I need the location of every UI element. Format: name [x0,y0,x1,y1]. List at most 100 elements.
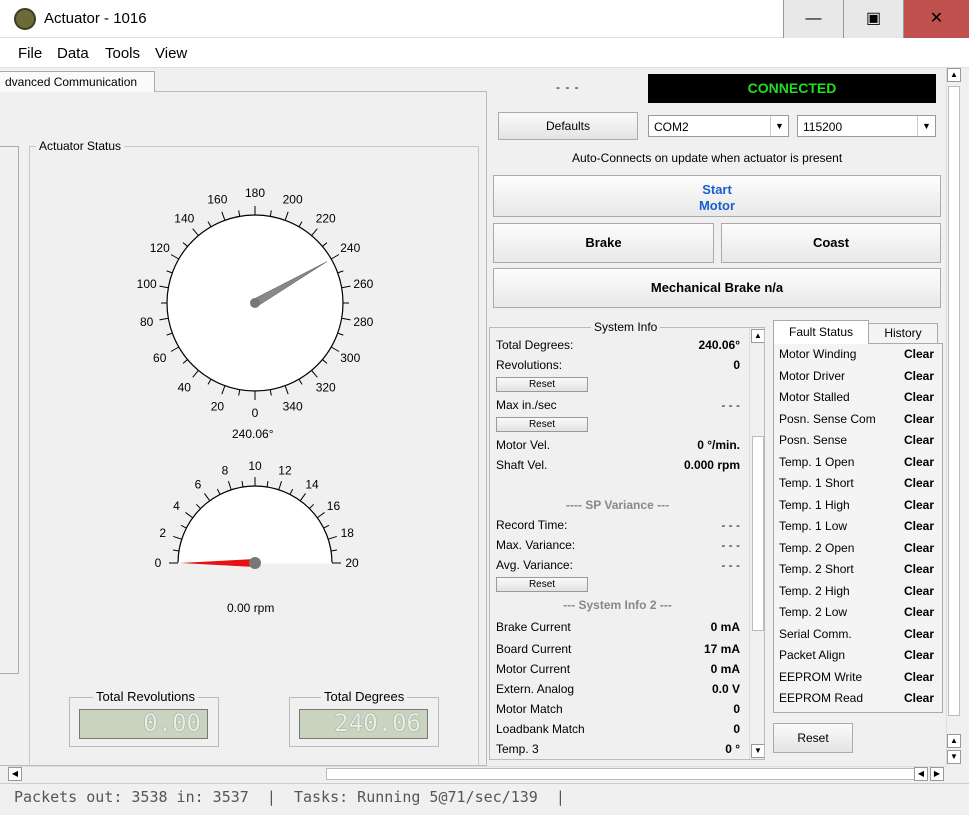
gauge-tick [330,549,338,552]
gauge-tick-label: 6 [195,478,202,492]
fault-item-state: Clear [904,454,935,469]
gauge-tick [180,524,187,529]
fault-item-label: Temp. 1 Short [779,476,854,490]
brake-current-label: Brake Current [496,620,571,634]
gauge-tick [269,210,272,217]
scroll-down-arrow-icon[interactable]: ▼ [947,750,961,764]
fault-item-state: Clear [904,368,935,383]
gauge-tick [192,228,199,236]
total-revolutions-label: Total Revolutions [93,689,198,704]
gauge-tick [166,332,173,336]
gauge-tick-label: 260 [353,277,373,291]
scroll-right-arrow-icon[interactable]: ▶ [930,767,944,781]
auto-connect-note: Auto-Connects on update when actuator is… [572,151,843,165]
gauge-tick-label: 16 [327,499,341,513]
start-motor-button[interactable]: Start Motor [493,175,941,217]
gauge-tick [204,493,211,501]
window-title: Actuator - 1016 [44,10,147,27]
gauge-tick [207,221,212,228]
mechanical-brake-button[interactable]: Mechanical Brake n/a [493,268,941,308]
menu-data[interactable]: Data [57,45,89,62]
gauge-tick [289,488,294,495]
scrollbar-thumb[interactable] [948,86,960,716]
fault-item-label: Temp. 1 High [779,497,850,512]
coast-button[interactable]: Coast [721,223,941,263]
speed-gauge: 0 24 6 8 10 12 14 1618 20 [155,459,359,570]
fault-item-state: Clear [904,605,935,619]
total-degrees-value: 240.06° [698,338,740,352]
fault-item-label: Temp. 2 Short [779,562,854,576]
gauge-tick [266,480,269,488]
gauge-tick [182,242,188,247]
board-current-label: Board Current [496,642,572,656]
fault-item-label: EEPROM Read [779,691,864,705]
baud-rate-select[interactable]: 115200 ▼ [797,115,936,137]
gauge-tick [299,493,306,501]
loadbank-match-value: 0 [733,722,740,736]
gauge-tick-label: 80 [140,315,154,329]
menu-view[interactable]: View [155,45,187,62]
actuator-status-title: Actuator Status [36,139,125,153]
maximize-button[interactable]: ▣ [843,0,903,38]
tab-advanced-communication[interactable]: dvanced Communication [0,71,155,92]
scroll-down-arrow-icon[interactable]: ▼ [751,744,764,758]
scroll-up-arrow-icon[interactable]: ▲ [751,329,764,343]
scrollbar-thumb[interactable] [326,768,918,780]
window-vertical-scrollbar[interactable]: ▲ ▲ ▼ [946,68,961,766]
gauge-tick-label: 60 [153,351,167,365]
gauge-tick [341,317,351,321]
fault-item-state: Clear [904,562,935,576]
gauge-tick-label: 40 [178,380,192,394]
gauge-tick [216,488,221,495]
fault-reset-button[interactable]: Reset [773,723,853,753]
scroll-up-arrow-icon[interactable]: ▲ [947,68,961,82]
gauge-tick [185,512,193,519]
motor-current-value: 0 mA [710,662,740,676]
brake-button[interactable]: Brake [493,223,714,263]
system-info-scrollbar[interactable]: ▲ ▼ [749,328,764,759]
gauge-tick [298,221,303,228]
shaft-vel-value: 0.000 rpm [683,458,740,472]
system-info-2-heading: --- System Info 2 --- [563,598,672,612]
menu-file[interactable]: File [18,45,42,62]
scroll-left-arrow-icon[interactable]: ◀ [8,767,22,781]
gauge-tick [170,254,180,260]
shaft-vel-label: Shaft Vel. [496,458,548,472]
gauge-tick [317,512,325,519]
tab-fault-status[interactable]: Fault Status [773,320,869,344]
fault-item-state: Clear [904,583,935,598]
gauge-tick-label: 20 [211,399,225,413]
tab-history[interactable]: History [868,323,938,344]
gauge-tick [170,346,180,352]
minimize-button[interactable]: — [783,0,843,38]
gauge-tick [172,549,180,552]
window-horizontal-scrollbar[interactable]: ◀ ◀ ▶ [8,766,946,781]
close-button[interactable]: ✕ [903,0,969,38]
reset-revolutions-button[interactable]: Reset [496,377,588,392]
menu-tools[interactable]: Tools [105,45,140,62]
gauge-tick [166,270,173,274]
loadbank-match-label: Loadbank Match [496,722,585,736]
com-port-select[interactable]: COM2 ▼ [648,115,789,137]
gauge-tick-label: 180 [245,186,265,200]
reset-max-speed-button[interactable]: Reset [496,417,588,432]
scroll-up-arrow-icon[interactable]: ▲ [947,734,961,748]
scroll-left-arrow-icon[interactable]: ◀ [914,767,928,781]
gauge-tick [337,332,344,336]
gauge-tick [330,254,340,260]
fault-item-state: Clear [904,669,935,684]
motor-current-label: Motor Current [496,662,571,676]
fault-item-label: Temp. 2 Open [779,540,855,555]
speed-readout: 0.00 rpm [227,601,275,615]
gauge-tick-label: 280 [353,315,373,329]
scrollbar-thumb[interactable] [752,436,764,631]
record-time-value: - - - [721,518,740,532]
gauge-tick-label: 160 [207,193,227,207]
revolutions-value: 0 [733,358,740,372]
extern-analog-label: Extern. Analog [496,682,575,696]
gauge-tick [309,503,315,509]
reset-variance-button[interactable]: Reset [496,577,588,592]
title-bar: Actuator - 1016 — ▣ ✕ [0,0,969,38]
fault-item-state: Clear [904,476,935,490]
defaults-button[interactable]: Defaults [498,112,638,140]
